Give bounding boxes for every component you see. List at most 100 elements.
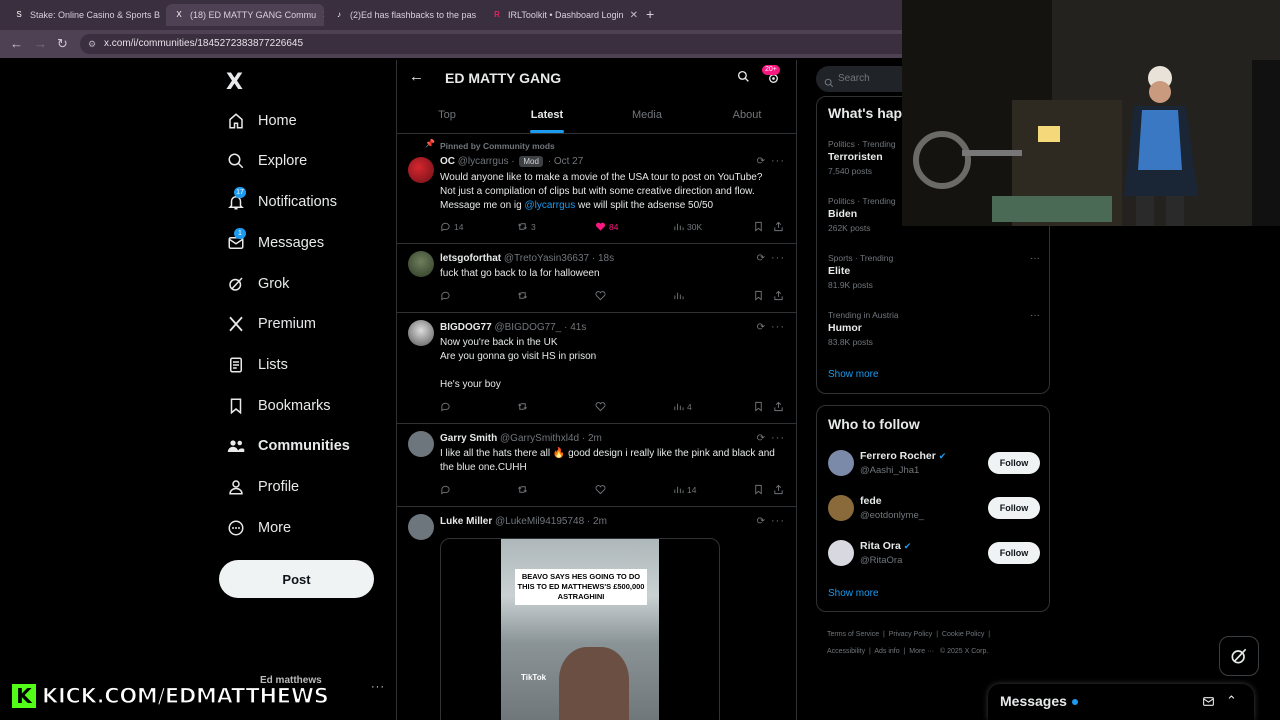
share-button[interactable] bbox=[773, 484, 784, 495]
search-icon[interactable] bbox=[737, 70, 750, 86]
tweet-video[interactable]: BEAVO SAYS HES GOING TO DO THIS TO ED MA… bbox=[440, 538, 720, 720]
tweet-pinned[interactable]: 📌 Pinned by Community mods OC @lycarrgus… bbox=[397, 135, 796, 244]
tweet-time[interactable]: 41s bbox=[570, 322, 586, 333]
author-handle[interactable]: @BIGDOG77_ bbox=[494, 322, 561, 333]
close-tab-icon[interactable]: ✕ bbox=[624, 10, 638, 21]
author-name[interactable]: Luke Miller bbox=[440, 516, 492, 527]
more-options-icon[interactable]: ··· bbox=[771, 432, 785, 444]
nav-item-notifications[interactable]: 17 Notifications bbox=[226, 187, 337, 217]
grok-explain-icon[interactable]: ⟳ bbox=[757, 516, 765, 527]
browser-tab-stake[interactable]: S Stake: Online Casino & Sports B ✕ bbox=[6, 4, 166, 26]
back-arrow-icon[interactable]: ← bbox=[10, 36, 23, 52]
repost-button[interactable] bbox=[517, 290, 528, 301]
footer-link[interactable]: Terms of Service bbox=[827, 631, 879, 638]
trend-more-icon[interactable]: ··· bbox=[1030, 253, 1040, 264]
suggestion-name[interactable]: Ferrero Rocher ✔ bbox=[860, 450, 946, 462]
nav-item-premium[interactable]: Premium bbox=[226, 309, 316, 339]
nav-item-communities[interactable]: Communities bbox=[226, 431, 350, 461]
footer-link[interactable]: Accessibility bbox=[827, 648, 865, 655]
avatar[interactable] bbox=[408, 251, 434, 277]
more-options-icon[interactable]: ··· bbox=[771, 155, 785, 167]
bookmark-button[interactable] bbox=[753, 484, 764, 495]
show-more-trends-link[interactable]: Show more bbox=[828, 369, 879, 380]
tweet[interactable]: letsgoforthat @TretoYasin36637 · 18s ⟳ ·… bbox=[397, 245, 796, 313]
avatar[interactable] bbox=[828, 495, 854, 521]
grok-explain-icon[interactable]: ⟳ bbox=[757, 322, 765, 333]
more-options-icon[interactable]: ··· bbox=[771, 515, 785, 527]
author-name[interactable]: BIGDOG77 bbox=[440, 322, 492, 333]
follow-suggestion[interactable]: Ferrero Rocher ✔ @Aashi_Jha1 Follow bbox=[828, 446, 1040, 486]
grok-explain-icon[interactable]: ⟳ bbox=[757, 156, 765, 167]
avatar[interactable] bbox=[828, 540, 854, 566]
show-more-follow-link[interactable]: Show more bbox=[828, 588, 879, 599]
nav-item-more[interactable]: More bbox=[226, 513, 291, 543]
close-tab-icon[interactable]: ✕ bbox=[476, 10, 482, 21]
back-arrow-icon[interactable]: ← bbox=[409, 68, 424, 85]
tweet-time[interactable]: Oct 27 bbox=[554, 156, 583, 167]
avatar[interactable] bbox=[408, 157, 434, 183]
reply-button[interactable] bbox=[440, 484, 451, 495]
trend-item[interactable]: Trending in Austria Humor 83.8K posts ··… bbox=[828, 310, 1040, 356]
footer-link[interactable]: More ··· bbox=[909, 648, 934, 655]
mention-link[interactable]: @lycarrgus bbox=[525, 200, 576, 211]
repost-button[interactable] bbox=[517, 484, 528, 495]
tweet[interactable]: Garry Smith @GarrySmithxl4d · 2m ⟳ ··· I… bbox=[397, 425, 796, 507]
bookmark-button[interactable] bbox=[753, 221, 764, 232]
site-info-icon[interactable]: ⚙ bbox=[88, 34, 96, 54]
nav-item-explore[interactable]: Explore bbox=[226, 146, 307, 176]
author-name[interactable]: Garry Smith bbox=[440, 433, 497, 444]
reload-icon[interactable]: ↻ bbox=[57, 36, 68, 52]
url-field[interactable]: ⚙ x.com/i/communities/184527238387722664… bbox=[80, 34, 920, 54]
share-button[interactable] bbox=[773, 221, 784, 232]
tab-top[interactable]: Top bbox=[397, 96, 497, 133]
avatar[interactable] bbox=[828, 450, 854, 476]
more-options-icon[interactable]: ··· bbox=[771, 252, 785, 264]
footer-link[interactable]: Cookie Policy bbox=[942, 631, 984, 638]
author-handle[interactable]: @TretoYasin36637 bbox=[504, 253, 589, 264]
grok-explain-icon[interactable]: ⟳ bbox=[757, 433, 765, 444]
messages-drawer[interactable]: Messages ⌃ bbox=[988, 684, 1254, 720]
follow-suggestion[interactable]: fede @eotdonlyme_ Follow bbox=[828, 491, 1040, 531]
trend-more-icon[interactable]: ··· bbox=[1030, 310, 1040, 321]
follow-suggestion[interactable]: Rita Ora ✔ @RitaOra Follow bbox=[828, 536, 1040, 576]
browser-tab-tiktok[interactable]: ♪ (2)Ed has flashbacks to the pas ✕ bbox=[326, 4, 482, 26]
views-button[interactable]: 4 bbox=[673, 401, 692, 412]
browser-tab-community[interactable]: X (18) ED MATTY GANG Commu ✕ bbox=[166, 4, 324, 26]
bookmark-button[interactable] bbox=[753, 290, 764, 301]
share-button[interactable] bbox=[773, 290, 784, 301]
grok-floating-button[interactable] bbox=[1219, 636, 1259, 676]
bookmark-button[interactable] bbox=[753, 401, 764, 412]
new-message-icon[interactable] bbox=[1202, 695, 1215, 711]
x-logo-icon[interactable]: X bbox=[226, 70, 243, 95]
tweet-time[interactable]: 2m bbox=[593, 516, 607, 527]
author-name[interactable]: OC bbox=[440, 156, 455, 167]
footer-link[interactable]: Privacy Policy bbox=[889, 631, 933, 638]
like-button[interactable] bbox=[595, 290, 606, 301]
views-button[interactable]: 14 bbox=[673, 484, 696, 495]
trend-item[interactable]: Sports · Trending Elite 81.9K posts ··· bbox=[828, 253, 1040, 299]
grok-explain-icon[interactable]: ⟳ bbox=[757, 253, 765, 264]
nav-item-profile[interactable]: Profile bbox=[226, 472, 299, 502]
nav-item-messages[interactable]: 1 Messages bbox=[226, 228, 324, 258]
nav-item-bookmarks[interactable]: Bookmarks bbox=[226, 391, 331, 421]
new-tab-button[interactable]: + bbox=[646, 6, 654, 22]
expand-drawer-icon[interactable]: ⌃ bbox=[1226, 693, 1237, 709]
post-button[interactable]: Post bbox=[219, 560, 374, 598]
views-button[interactable] bbox=[673, 290, 684, 301]
close-tab-icon[interactable]: ✕ bbox=[316, 10, 324, 21]
follow-button[interactable]: Follow bbox=[988, 452, 1040, 474]
nav-item-grok[interactable]: Grok bbox=[226, 269, 289, 299]
default-avatar[interactable] bbox=[408, 431, 434, 457]
views-button[interactable]: 30K bbox=[673, 221, 702, 232]
repost-button[interactable] bbox=[517, 401, 528, 412]
tab-latest[interactable]: Latest bbox=[497, 96, 597, 133]
author-handle[interactable]: @LukeMil94195748 bbox=[495, 516, 584, 527]
forward-arrow-icon[interactable]: → bbox=[34, 36, 47, 52]
author-handle[interactable]: @GarrySmithxl4d bbox=[500, 433, 579, 444]
tab-about[interactable]: About bbox=[697, 96, 796, 133]
follow-button[interactable]: Follow bbox=[988, 542, 1040, 564]
suggestion-name[interactable]: fede bbox=[860, 495, 882, 507]
tweet-with-media[interactable]: Luke Miller @LukeMil94195748 · 2m ⟳ ··· … bbox=[397, 508, 796, 720]
tweet-time[interactable]: 18s bbox=[598, 253, 614, 264]
tab-media[interactable]: Media bbox=[597, 96, 697, 133]
